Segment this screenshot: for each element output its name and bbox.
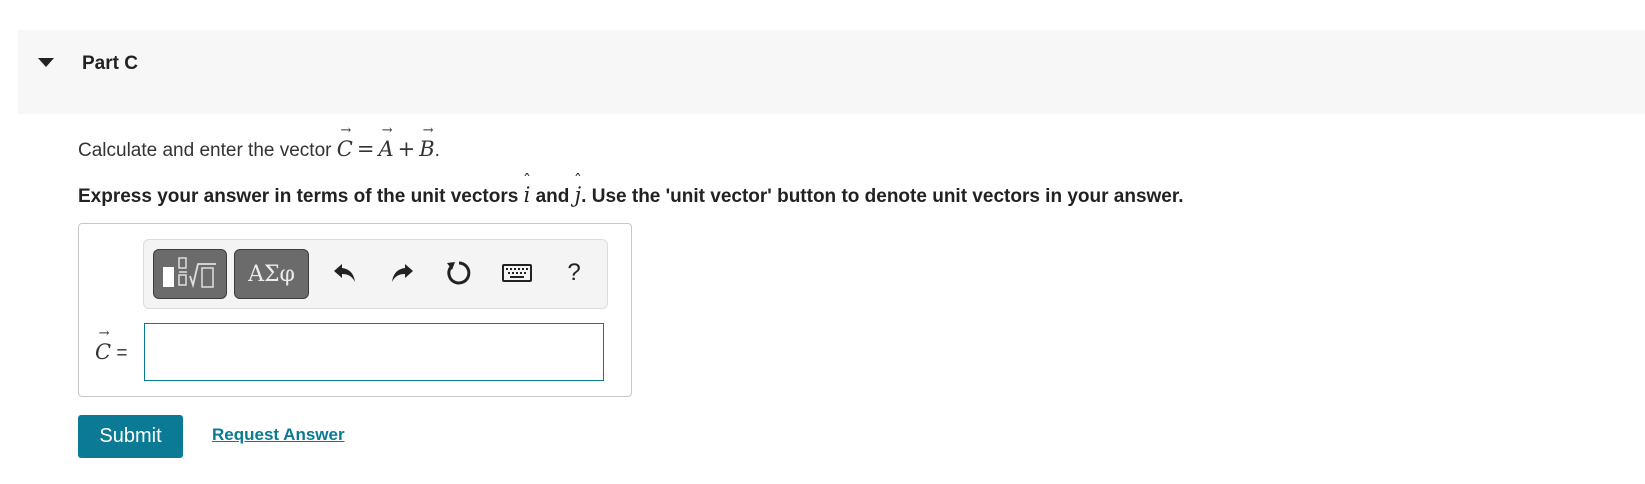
instruction-part1: Express your answer in terms of the unit…	[78, 186, 524, 207]
part-header[interactable]	[18, 30, 1645, 114]
help-button[interactable]: ?	[557, 256, 591, 290]
vector-c: C	[337, 137, 353, 161]
answer-label-var: C	[95, 340, 111, 364]
vector-a: A	[378, 137, 393, 161]
templates-icon	[163, 257, 216, 289]
greek-symbols-button[interactable]: ΑΣφ	[234, 249, 309, 299]
equals-sign: =	[356, 137, 375, 161]
instruction-part3: . Use the 'unit vector' button to denote…	[581, 186, 1184, 207]
unit-vector-j: j	[575, 183, 582, 207]
redo-button[interactable]	[385, 256, 419, 290]
question-prefix: Calculate and enter the vector	[78, 140, 337, 161]
templates-button[interactable]	[153, 249, 227, 299]
request-answer-link[interactable]: Request Answer	[212, 425, 345, 445]
undo-icon	[334, 264, 355, 282]
redo-icon	[392, 264, 413, 282]
instruction-text: Express your answer in terms of the unit…	[78, 183, 1184, 208]
question-text: Calculate and enter the vector C=A+B.	[78, 137, 440, 162]
answer-label-equals: =	[116, 343, 128, 364]
keyboard-icon	[502, 264, 532, 282]
part-title: Part C	[82, 53, 138, 74]
instruction-part2: and	[530, 186, 575, 207]
reset-icon	[447, 261, 471, 285]
plus-sign: +	[397, 137, 416, 161]
answer-label: C =	[95, 340, 127, 365]
answer-input[interactable]	[144, 323, 604, 381]
vector-b: B	[419, 137, 434, 161]
unit-vector-i: i	[524, 183, 531, 207]
question-suffix: .	[434, 140, 440, 161]
submit-button[interactable]: Submit	[78, 415, 183, 458]
undo-button[interactable]	[328, 256, 362, 290]
caret-down-icon[interactable]	[38, 58, 54, 67]
reset-button[interactable]	[442, 256, 476, 290]
keyboard-button[interactable]	[500, 256, 534, 290]
